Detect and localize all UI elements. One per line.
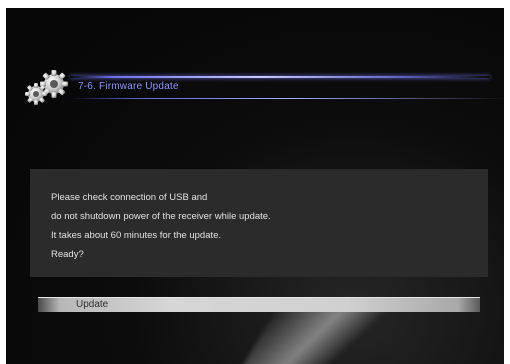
message-line-4: Ready? — [51, 249, 84, 260]
update-button[interactable]: Update — [38, 297, 480, 312]
message-line-1: Please check connection of USB and — [51, 192, 208, 203]
update-button-label: Update — [76, 299, 109, 310]
title-accent-line-bottom — [70, 98, 504, 99]
title-accent-line-top — [70, 76, 490, 78]
menu-header: 7-6. Firmware Update — [20, 66, 504, 106]
message-line-2: do not shutdown power of the receiver wh… — [51, 211, 271, 222]
page-title: 7-6. Firmware Update — [78, 81, 179, 92]
message-line-3: It takes about 60 minutes for the update… — [51, 230, 222, 241]
gears-icon — [25, 70, 68, 105]
background-sheen — [235, 308, 397, 364]
message-panel: Please check connection of USB and do no… — [30, 169, 488, 277]
tv-screen: 7-6. Firmware Update Please check connec… — [6, 8, 504, 364]
